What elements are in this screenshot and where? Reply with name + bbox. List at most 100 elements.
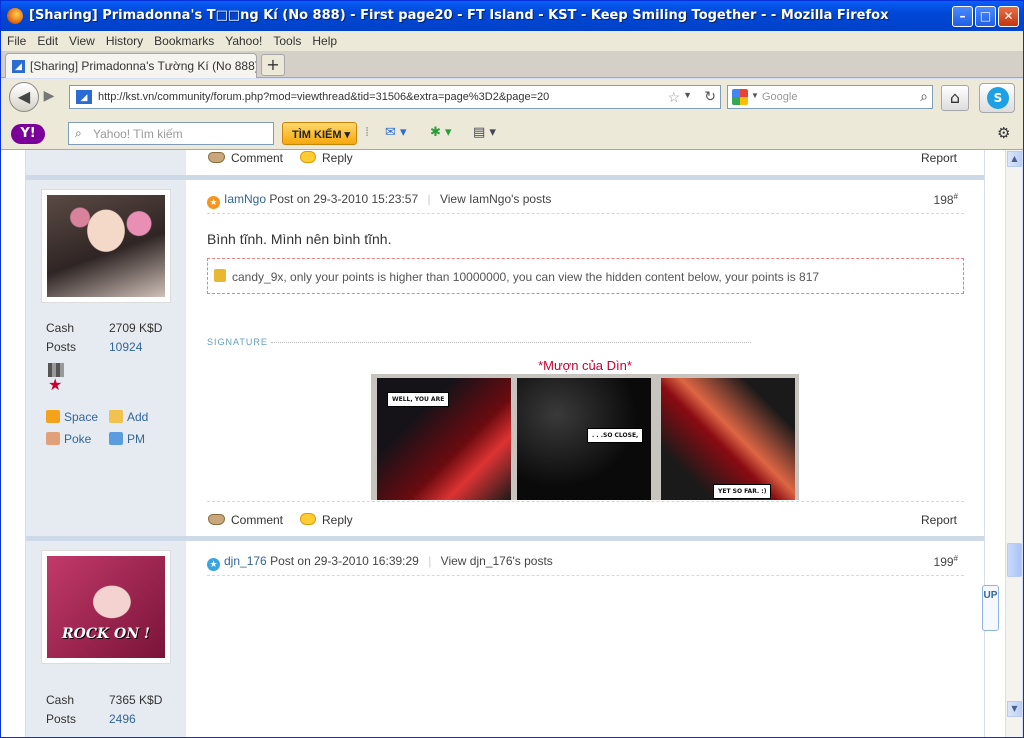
forward-button[interactable]: ▶ bbox=[39, 88, 59, 108]
poke-icon bbox=[46, 432, 60, 445]
comment-button[interactable]: Comment bbox=[208, 513, 283, 527]
post-message: Bình tĩnh. Mình nên bình tĩnh. bbox=[207, 231, 392, 247]
gear-icon[interactable]: ⚙ bbox=[997, 124, 1010, 142]
view-posts-link[interactable]: View IamNgo's posts bbox=[440, 192, 551, 206]
floor-number[interactable]: 198# bbox=[934, 192, 958, 207]
reply-icon bbox=[300, 513, 316, 525]
menu-yahoo[interactable]: Yahoo! bbox=[219, 31, 267, 48]
posts-count-link[interactable]: 2496 bbox=[109, 712, 136, 726]
bookmark-star-icon[interactable]: ☆ bbox=[667, 89, 680, 106]
engine-dropdown-icon[interactable]: ▼ bbox=[751, 91, 759, 100]
cash-value: 2709 K$D bbox=[109, 321, 163, 335]
avatar-text: ROCK ON ! bbox=[61, 626, 151, 642]
posts-count-link[interactable]: 10924 bbox=[109, 340, 142, 354]
author-link[interactable]: IamNgo bbox=[224, 192, 266, 206]
signature-divider bbox=[271, 342, 751, 343]
add-friend-link[interactable]: Add bbox=[109, 410, 148, 424]
navigation-bar: ◀ ▶ ◢ http://kst.vn/community/forum.php?… bbox=[1, 79, 1023, 117]
minimize-button[interactable]: – bbox=[952, 6, 973, 27]
yahoo-toolbar: Y! ⌕ Yahoo! Tìm kiếm TÌM KIẾM ▾ ⁞ ✉ ▾ ✱ … bbox=[1, 117, 1023, 150]
address-bar[interactable]: ◢ http://kst.vn/community/forum.php?mod=… bbox=[69, 85, 721, 109]
scroll-up-arrow-icon[interactable]: ▲ bbox=[1007, 151, 1022, 167]
envelope-icon bbox=[109, 432, 123, 445]
new-tab-button[interactable]: + bbox=[261, 54, 285, 76]
hidden-content-notice: candy_9x, only your points is higher tha… bbox=[207, 258, 964, 294]
firefox-logo-icon bbox=[7, 8, 23, 24]
google-icon bbox=[732, 89, 748, 105]
scroll-thumb[interactable] bbox=[1007, 543, 1022, 577]
menu-help[interactable]: Help bbox=[306, 31, 342, 48]
yahoo-logo[interactable]: Y! bbox=[11, 124, 45, 144]
signature-caption: *Mượn của Dìn* bbox=[538, 358, 632, 373]
mail-icon[interactable]: ✉ ▾ bbox=[385, 125, 407, 143]
avatar-image bbox=[47, 195, 165, 297]
yahoo-search-button[interactable]: TÌM KIẾM ▾ bbox=[282, 122, 357, 145]
news-icon[interactable]: ▤ ▾ bbox=[473, 125, 496, 143]
vertical-scrollbar[interactable]: ▲ ▼ bbox=[1005, 150, 1022, 737]
avatar-image: ROCK ON ! bbox=[47, 556, 165, 658]
home-icon: ⌂ bbox=[949, 88, 961, 107]
lock-icon bbox=[214, 269, 226, 282]
reply-icon bbox=[300, 151, 316, 163]
reply-label: Reply bbox=[322, 513, 353, 527]
avatar[interactable]: ROCK ON ! bbox=[41, 550, 171, 664]
window-title: [Sharing] Primadonna's T□□ng Kí (No 888)… bbox=[29, 8, 889, 23]
house-icon bbox=[46, 410, 60, 423]
author-link[interactable]: djn_176 bbox=[224, 554, 267, 568]
speech-bubble: WELL, YOU ARE bbox=[387, 392, 450, 407]
menu-view[interactable]: View bbox=[63, 31, 100, 48]
right-border bbox=[984, 150, 985, 737]
menu-history[interactable]: History bbox=[100, 31, 148, 48]
reply-button[interactable]: Reply bbox=[300, 513, 353, 527]
menu-bar: File Edit View History Bookmarks Yahoo! Tools H… bbox=[1, 31, 1023, 51]
menu-tools[interactable]: Tools bbox=[267, 31, 306, 48]
poke-link[interactable]: Poke bbox=[46, 432, 91, 446]
view-posts-link[interactable]: View djn_176's posts bbox=[441, 554, 553, 568]
title-bar: [Sharing] Primadonna's T□□ng Kí (No 888)… bbox=[1, 1, 1023, 31]
search-icon[interactable]: ⌕ bbox=[920, 88, 928, 105]
avatar[interactable] bbox=[41, 189, 171, 303]
yahoo-search-placeholder: Yahoo! Tìm kiếm bbox=[93, 127, 183, 141]
page-content: Comment Reply Report Cash 2709 K$D Posts… bbox=[1, 150, 1005, 737]
report-link[interactable]: Report bbox=[921, 513, 957, 527]
post-header: ★ IamNgo Post on 29-3-2010 15:23:57 | Vie… bbox=[207, 192, 964, 214]
floor-number[interactable]: 199# bbox=[934, 554, 958, 569]
home-button[interactable]: ⌂ bbox=[941, 85, 969, 111]
comic-panel: WELL, YOU ARE bbox=[377, 378, 511, 500]
widget-icon[interactable]: ✱ ▾ bbox=[430, 125, 452, 143]
posts-label: Posts bbox=[46, 712, 77, 726]
maximize-button[interactable]: □ bbox=[975, 6, 996, 27]
tab-label: [Sharing] Primadonna's Tường Kí (No 888)… bbox=[30, 59, 257, 73]
space-link[interactable]: Space bbox=[46, 410, 98, 424]
menu-edit[interactable]: Edit bbox=[31, 31, 63, 48]
reload-icon[interactable]: ↻ bbox=[704, 88, 716, 105]
back-button[interactable]: ◀ bbox=[9, 82, 39, 112]
reply-button[interactable]: Reply bbox=[300, 151, 353, 165]
close-button[interactable]: ✕ bbox=[998, 6, 1019, 27]
skype-icon: S bbox=[987, 87, 1009, 109]
cash-label: Cash bbox=[46, 693, 75, 707]
left-border bbox=[25, 150, 26, 737]
post-time: Post on 29-3-2010 15:23:57 bbox=[269, 192, 419, 206]
search-box[interactable]: ▼ Google ⌕ bbox=[727, 85, 933, 109]
menu-bookmarks[interactable]: Bookmarks bbox=[148, 31, 219, 48]
comment-button[interactable]: Comment bbox=[208, 151, 283, 165]
skype-button[interactable]: S bbox=[979, 83, 1015, 113]
header-divider: | bbox=[427, 192, 431, 206]
arrow-right-icon: ▶ bbox=[43, 88, 55, 104]
menu-file[interactable]: File bbox=[1, 31, 31, 48]
yahoo-search-input[interactable]: ⌕ Yahoo! Tìm kiếm bbox=[68, 122, 274, 145]
url-text: http://kst.vn/community/forum.php?mod=vi… bbox=[98, 91, 550, 103]
tab-current[interactable]: ◢ [Sharing] Primadonna's Tường Kí (No 88… bbox=[5, 53, 257, 78]
pm-link[interactable]: PM bbox=[109, 432, 145, 446]
report-link[interactable]: Report bbox=[921, 151, 957, 165]
browser-window: [Sharing] Primadonna's T□□ng Kí (No 888)… bbox=[0, 0, 1024, 738]
online-star-icon: ★ bbox=[207, 196, 220, 209]
scroll-down-arrow-icon[interactable]: ▼ bbox=[1007, 701, 1022, 717]
comment-label: Comment bbox=[231, 151, 284, 165]
tab-bar: ◢ [Sharing] Primadonna's Tường Kí (No 88… bbox=[1, 51, 1023, 78]
scroll-to-top-button[interactable]: UP bbox=[982, 585, 999, 631]
toolbar-separator-icon: ⁞ bbox=[365, 125, 370, 140]
arrow-left-icon: ◀ bbox=[17, 87, 31, 106]
history-dropdown-icon[interactable]: ▼ bbox=[683, 90, 692, 100]
